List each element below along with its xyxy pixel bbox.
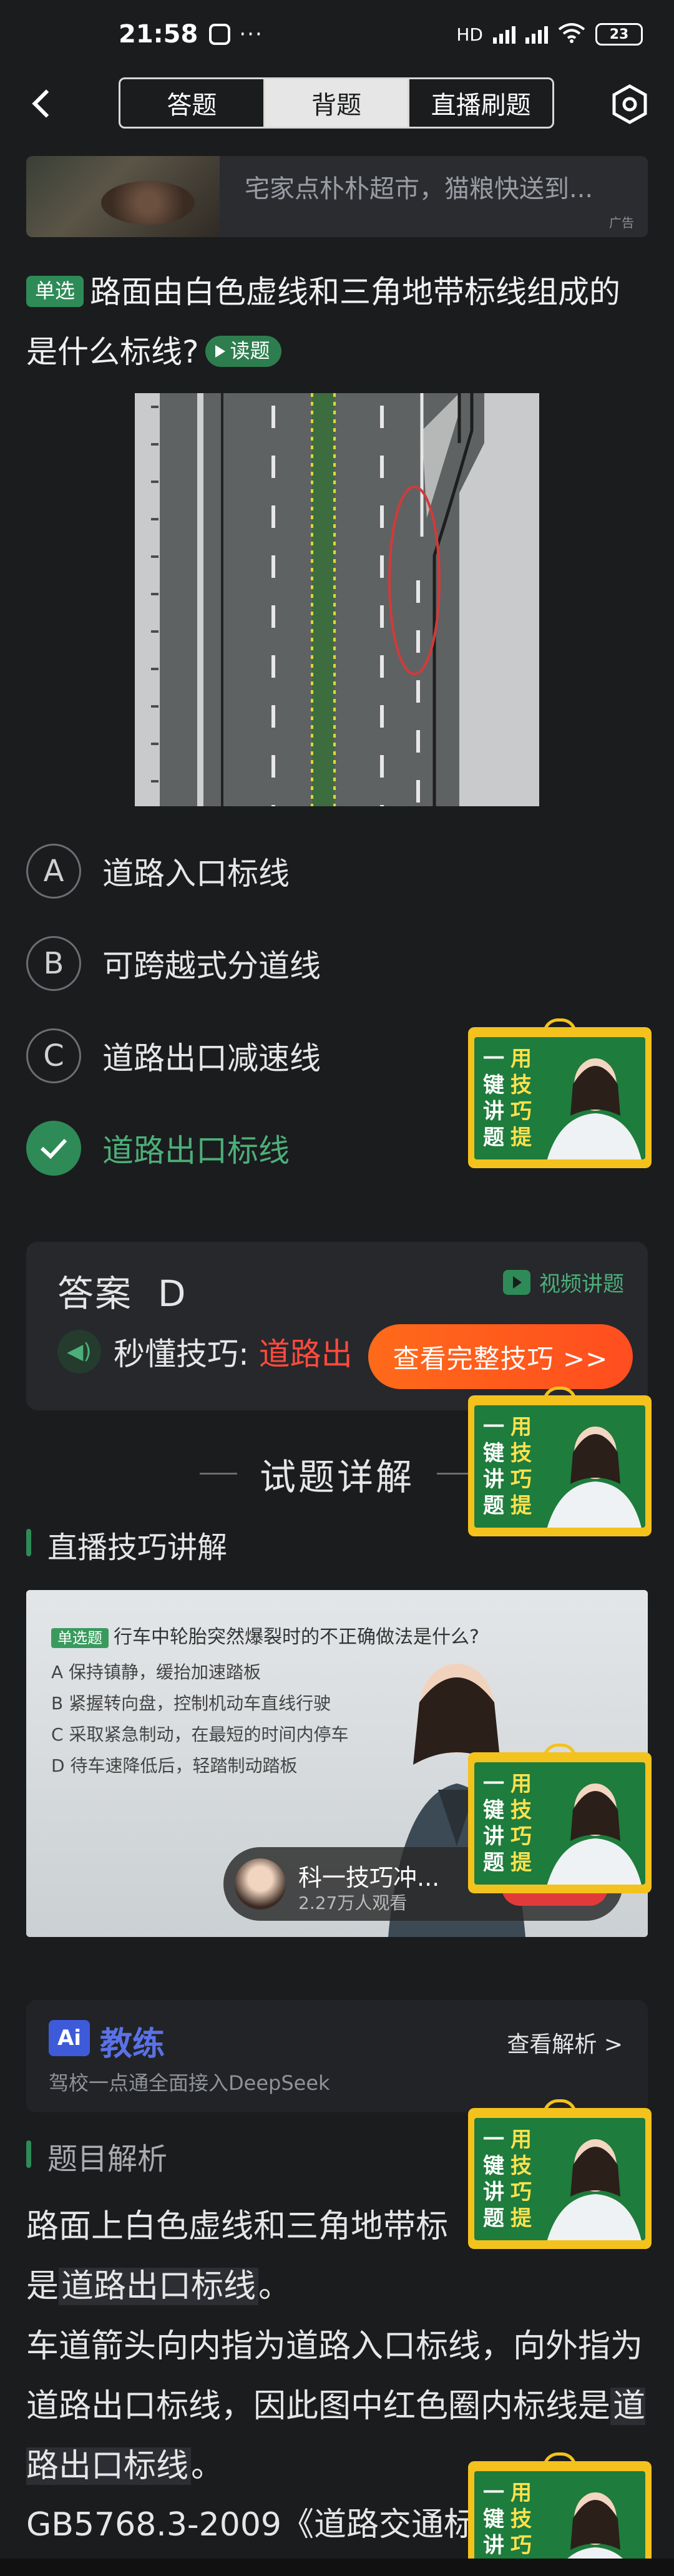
promo-col1: 一键讲题 — [483, 2127, 504, 2231]
promo-widget[interactable]: 一键讲题 用技巧提 — [468, 1744, 652, 1893]
mode-tabs: 答题 背题 直播刷题 — [119, 77, 554, 129]
promo-panel: 一键讲题 用技巧提 — [474, 1405, 645, 1528]
gesture-bar — [0, 2559, 674, 2576]
more-notifications-icon: ··· — [239, 22, 263, 47]
answer-letter: D — [157, 1272, 187, 1315]
read-question-label: 读题 — [230, 339, 270, 363]
checkmark-icon — [26, 1121, 81, 1176]
promo-col2: 用技巧提 — [510, 1046, 532, 1150]
host-name: 科一技巧冲... — [298, 1864, 440, 1891]
video-option-d: D 待车速降低后，轻踏制动踏板 — [51, 1755, 298, 1776]
settings-gear-icon[interactable] — [608, 82, 652, 126]
analysis-p1-c: 。 — [258, 2268, 291, 2305]
video-question-badge: 单选题 — [51, 1628, 109, 1648]
host-avatar — [235, 1858, 286, 1910]
promo-widget[interactable]: 一键讲题 用技巧提 — [468, 1018, 652, 1168]
promo-teacher-image — [547, 1058, 642, 1159]
status-right: HD 23 — [456, 22, 643, 47]
promo-teacher-image — [547, 2139, 642, 2240]
question-type-badge: 单选 — [26, 276, 84, 307]
question-body: 路面由白色虚线和三角地带标线组成的是什么标线? — [26, 274, 621, 370]
ad-tag: 广告 — [609, 215, 634, 230]
analysis-p2-a: 车道箭头向内指为道路入口标线，向外指为道路出口标线，因此图中红色圈内标线是 — [26, 2328, 643, 2425]
live-tips-heading: 直播技巧讲解 — [26, 1523, 227, 1566]
promo-panel: 一键讲题 用技巧提 — [474, 1037, 645, 1159]
view-analysis-link[interactable]: 查看解析 > — [507, 2026, 623, 2059]
ai-logo: Ai — [49, 2020, 90, 2056]
signal-icon — [493, 25, 515, 44]
video-explain-link[interactable]: 视频讲题 — [503, 1267, 624, 1297]
option-c-label: 道路出口减速线 — [102, 1040, 321, 1076]
promo-col1: 一键讲题 — [483, 2481, 504, 2558]
play-icon — [215, 345, 225, 358]
promo-teacher-image — [567, 2492, 623, 2559]
analysis-p1-highlight: 道路出口标线 — [59, 2268, 259, 2305]
promo-teacher-image — [547, 1783, 642, 1885]
promo-col2: 用技巧提 — [510, 1772, 532, 1875]
promo-widget[interactable]: 一键讲题 用技巧提 — [468, 1387, 652, 1536]
ad-banner[interactable]: 宅家点朴朴超市，猫粮快送到... 广告 — [26, 156, 648, 237]
tab-live[interactable]: 直播刷题 — [408, 79, 552, 127]
promo-widget[interactable]: 一键讲题 用技巧提 — [468, 2452, 652, 2559]
ad-text: 宅家点朴朴超市，猫粮快送到... — [245, 175, 593, 203]
option-c[interactable]: C 道路出口减速线 — [26, 1025, 488, 1087]
promo-widget[interactable]: 一键讲题 用技巧提 — [468, 2099, 652, 2249]
status-time: 21:58 — [119, 20, 198, 49]
promo-col1: 一键讲题 — [483, 1046, 504, 1150]
analysis-p2-c: 。 — [191, 2447, 224, 2485]
header: 答题 背题 直播刷题 — [0, 69, 674, 144]
promo-panel: 一键讲题 用技巧提 — [474, 1762, 645, 1885]
option-b-letter: B — [26, 936, 81, 991]
promo-col2: 用技巧提 — [510, 2481, 532, 2558]
app-notification-icon — [209, 24, 231, 45]
back-icon[interactable] — [25, 84, 62, 121]
video-explain-label: 视频讲题 — [539, 1272, 624, 1297]
status-bar: 21:58 ··· HD 23 — [0, 0, 674, 69]
option-d[interactable]: 道路出口标线 — [26, 1117, 488, 1179]
tab-answer[interactable]: 答题 — [120, 79, 263, 127]
promo-panel: 一键讲题 用技巧提 — [474, 2471, 645, 2559]
video-option-b: B 紧握转向盘，控制机动车直线行驶 — [51, 1693, 331, 1714]
speaker-icon[interactable]: ◀) — [57, 1330, 101, 1373]
ai-desc: 驾校一点通全面接入DeepSeek — [49, 2071, 330, 2095]
promo-col2: 用技巧提 — [510, 1415, 532, 1518]
analysis-p1-a: 路面上白色虚线和三角地带标 — [26, 2208, 449, 2245]
option-b-label: 可跨越式分道线 — [102, 948, 321, 984]
answer-label: 答案 — [57, 1272, 133, 1315]
analysis-heading: 题目解析 — [26, 2134, 167, 2178]
option-d-label: 道路出口标线 — [102, 1133, 290, 1169]
option-c-letter: C — [26, 1028, 81, 1083]
promo-teacher-image — [547, 1427, 642, 1528]
option-a-label: 道路入口标线 — [102, 856, 290, 892]
promo-col1: 一键讲题 — [483, 1415, 504, 1518]
promo-panel: 一键讲题 用技巧提 — [474, 2118, 645, 2240]
option-a[interactable]: A 道路入口标线 — [26, 840, 488, 902]
viewer-count: 2.27万人观看 — [298, 1893, 408, 1913]
ai-coach-card[interactable]: Ai 教练 驾校一点通全面接入DeepSeek 查看解析 > — [26, 2000, 648, 2112]
signal-2-icon — [525, 25, 548, 44]
video-option-c: C 采取紧急制动，在最短的时间内停车 — [51, 1724, 349, 1745]
ad-image — [26, 156, 220, 237]
page: 21:58 ··· HD 23 答题 背题 直播刷题 宅家点朴朴超市，猫粮快送到… — [0, 0, 674, 2576]
quick-tip: ◀) 秒懂技巧: 道路出 — [57, 1329, 353, 1374]
promo-col1: 一键讲题 — [483, 1772, 504, 1875]
analysis-p1-b: 是 — [26, 2268, 59, 2305]
promo-col2: 用技巧提 — [510, 2127, 532, 2231]
answer-title: 答案 D — [57, 1264, 187, 1317]
view-full-tip-button[interactable]: 查看完整技巧 >> — [368, 1324, 633, 1389]
question-figure — [135, 393, 539, 806]
ai-name: 教练 — [100, 2026, 165, 2063]
tip-highlight: 道路出 — [258, 1336, 353, 1372]
hd-label: HD — [456, 24, 483, 45]
video-play-icon — [503, 1269, 530, 1295]
tab-memorize[interactable]: 背题 — [263, 79, 408, 127]
read-question-button[interactable]: 读题 — [205, 336, 281, 367]
option-b[interactable]: B 可跨越式分道线 — [26, 932, 488, 995]
battery-icon: 23 — [595, 23, 643, 46]
wifi-icon — [558, 22, 585, 47]
option-a-letter: A — [26, 844, 81, 899]
question-text: 单选 路面由白色虚线和三角地带标线组成的是什么标线? 读题 — [26, 262, 650, 382]
tip-prefix: 秒懂技巧: — [114, 1336, 249, 1372]
video-option-a: A 保持镇静，缓抬加速踏板 — [51, 1662, 261, 1682]
